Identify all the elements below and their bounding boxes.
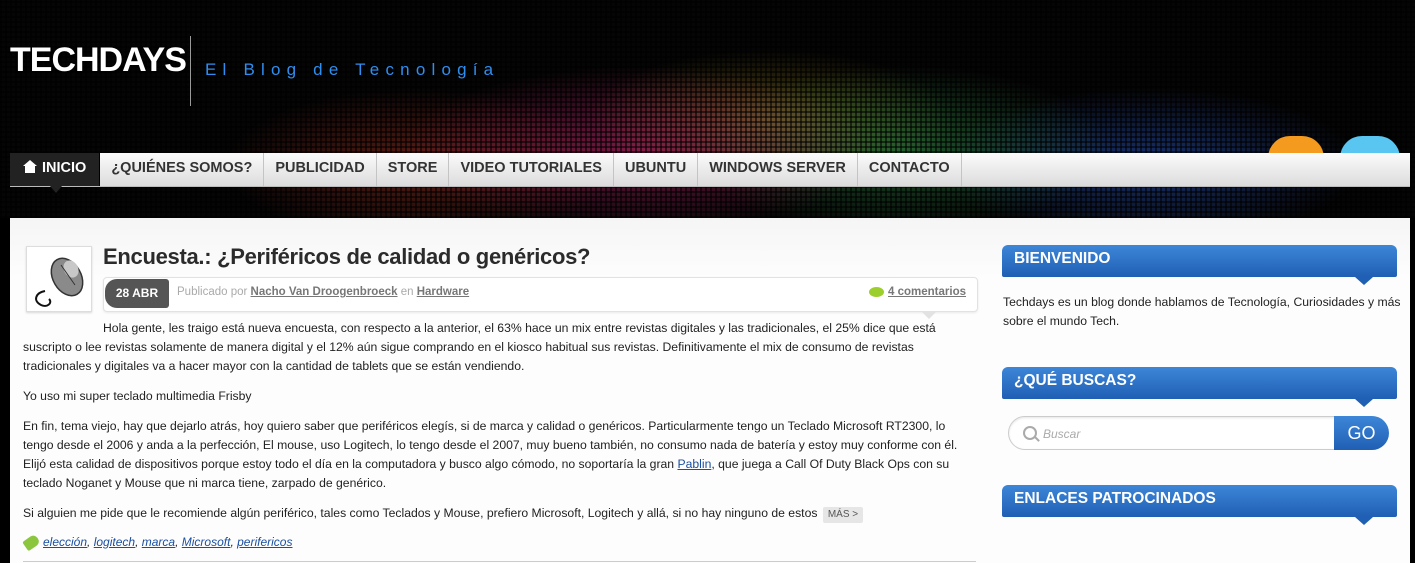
published-by-label: Publicado por — [177, 286, 248, 298]
paragraph-text: Si alguien me pide que le recomiende alg… — [23, 506, 818, 520]
widget-title-search: ¿QUÉ BUSCAS? — [1002, 367, 1397, 407]
author-link[interactable]: Nacho Van Droogenbroeck — [251, 286, 398, 298]
post-body: Hola gente, les traigo está nueva encues… — [23, 319, 968, 534]
nav-item-quienes-somos[interactable]: ¿QUIÉNES SOMOS? — [100, 153, 265, 186]
nav-item-ubuntu[interactable]: UBUNTU — [614, 153, 699, 186]
post-meta: Publicado por Nacho Van Droogenbroeck en… — [177, 286, 469, 298]
tag-link[interactable]: Microsoft — [182, 535, 231, 549]
widget-title-bienvenido: BIENVENIDO — [1002, 245, 1397, 285]
comments-count: 4 comentarios — [888, 286, 966, 298]
date-badge: 28 ABR — [105, 279, 169, 308]
search-icon — [1023, 426, 1037, 440]
in-label: en — [400, 286, 414, 298]
category-link[interactable]: Hardware — [417, 286, 469, 298]
logo-divider — [190, 36, 191, 106]
nav-item-windows-server[interactable]: WINDOWS SERVER — [698, 153, 858, 186]
main-nav: INICIO ¿QUIÉNES SOMOS? PUBLICIDAD STORE … — [10, 153, 1410, 193]
tag-link[interactable]: logitech — [94, 535, 135, 549]
post-meta-bar: 28 ABR Publicado por Nacho Van Droogenbr… — [103, 277, 978, 319]
mouse-image — [35, 257, 84, 307]
nav-item-publicidad[interactable]: PUBLICIDAD — [264, 153, 377, 186]
post-paragraph: Si alguien me pide que le recomiende alg… — [23, 504, 968, 523]
site-tagline: El Blog de Tecnología — [205, 60, 500, 79]
nav-item-contacto[interactable]: CONTACTO — [858, 153, 962, 186]
comments-link[interactable]: 4 comentarios — [869, 286, 966, 298]
tag-icon — [22, 533, 41, 552]
home-icon — [23, 160, 37, 173]
site-logo[interactable]: TECHDAYS — [10, 40, 187, 80]
post-paragraph: En fin, tema viejo, hay que dejarlo atrá… — [23, 417, 968, 493]
pablin-link[interactable]: Pablin — [677, 457, 711, 471]
search-input[interactable] — [1041, 424, 1325, 444]
nav-item-inicio[interactable]: INICIO — [10, 153, 101, 193]
post-title[interactable]: Encuesta.: ¿Periféricos de calidad o gen… — [103, 244, 590, 270]
tag-link[interactable]: perifericos — [237, 535, 292, 549]
post-paragraph: Hola gente, les traigo está nueva encues… — [23, 321, 936, 373]
widget-title-enlaces-patrocinados: ENLACES PATROCINADOS — [1002, 485, 1397, 525]
post-paragraph: Yo uso mi super teclado multimedia Frisb… — [23, 389, 252, 403]
tag-link[interactable]: elección — [43, 535, 87, 549]
post-divider — [23, 561, 976, 562]
tag-link[interactable]: marca — [142, 535, 175, 549]
comment-bubble-icon — [869, 287, 885, 297]
read-more-button[interactable]: MÁS > — [822, 507, 864, 523]
nav-item-video-tutoriales[interactable]: VIDEO TUTORIALES — [449, 153, 614, 186]
search-box — [1008, 416, 1388, 450]
post-tags: elección, logitech, marca, Microsoft, pe… — [22, 533, 292, 552]
nav-label: INICIO — [42, 160, 87, 176]
welcome-text: Techdays es un blog donde hablamos de Te… — [1003, 295, 1401, 328]
post-thumbnail[interactable] — [26, 246, 92, 312]
content-panel: Encuesta.: ¿Periféricos de calidad o gen… — [10, 218, 1410, 563]
nav-item-store[interactable]: STORE — [377, 153, 450, 186]
search-go-button[interactable]: GO — [1334, 416, 1389, 450]
